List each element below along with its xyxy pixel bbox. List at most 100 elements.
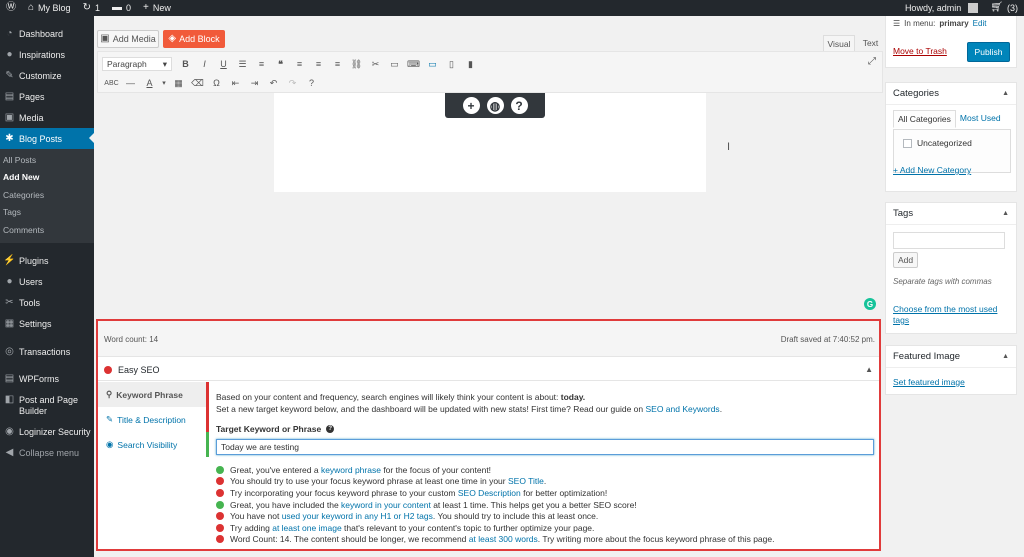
seo-check-link[interactable]: at least 300 words bbox=[469, 534, 538, 544]
fullscreen-icon[interactable]: ⤢ bbox=[868, 56, 876, 67]
text-color-icon[interactable]: A bbox=[140, 75, 159, 91]
seo-check-link[interactable]: SEO Description bbox=[458, 488, 521, 498]
seo-check-link[interactable]: keyword in your content bbox=[341, 500, 431, 510]
plus-icon[interactable]: + bbox=[462, 97, 480, 114]
collapse-triangle-icon[interactable]: ▲ bbox=[1002, 210, 1009, 217]
align-right-icon[interactable]: ≡ bbox=[328, 56, 347, 72]
featured-image-header[interactable]: Featured Image ▲ bbox=[886, 346, 1016, 368]
edit-menu-link[interactable]: Edit bbox=[973, 19, 987, 28]
keyboard-icon[interactable]: ⌨ bbox=[404, 56, 423, 72]
comments-link[interactable]: ▬ 0 bbox=[106, 0, 137, 16]
cart-link[interactable]: 🛒︎ (3) bbox=[984, 0, 1024, 16]
special-char-icon[interactable]: Ω bbox=[207, 75, 226, 91]
menu-media[interactable]: ▣ Media bbox=[0, 107, 94, 128]
seo-check-link[interactable]: used your keyword in any H1 or H2 tags bbox=[282, 511, 433, 521]
collapse-triangle-icon[interactable]: ▲ bbox=[865, 365, 873, 374]
globe-icon[interactable]: ◍ bbox=[486, 97, 504, 114]
tab-visual[interactable]: Visual bbox=[823, 35, 855, 51]
tab-all-categories[interactable]: All Categories bbox=[893, 110, 956, 128]
wp-logo[interactable]: Ⓦ bbox=[0, 0, 22, 16]
blockquote-icon[interactable]: ❝ bbox=[271, 56, 290, 72]
read-more-icon[interactable]: ▭ bbox=[385, 56, 404, 72]
submenu-add-new[interactable]: Add New bbox=[0, 169, 94, 186]
menu-wpforms[interactable]: ▤ WPForms bbox=[0, 369, 94, 390]
link-icon[interactable]: ⛓ bbox=[347, 56, 366, 72]
menu-pages[interactable]: ▤ Pages bbox=[0, 86, 94, 107]
desktop-preview-icon[interactable]: ▭ bbox=[423, 56, 442, 72]
tags-header[interactable]: Tags ▲ bbox=[886, 203, 1016, 225]
seo-guide-link[interactable]: SEO and Keywords bbox=[646, 404, 720, 414]
underline-icon[interactable]: U bbox=[214, 56, 233, 72]
paste-text-icon[interactable]: ▦ bbox=[169, 75, 188, 91]
grammarly-icon[interactable]: G bbox=[864, 298, 876, 310]
chevron-down-icon: ▾ bbox=[162, 58, 167, 69]
updates-link[interactable]: ↻ 1 bbox=[77, 0, 106, 16]
my-account-link[interactable]: Howdy, admin bbox=[899, 0, 984, 16]
add-tag-button[interactable]: Add bbox=[893, 252, 918, 268]
bold-icon[interactable]: B bbox=[176, 56, 195, 72]
format-select[interactable]: Paragraph ▾ bbox=[102, 57, 172, 71]
menu-dashboard[interactable]: ◔ Dashboard bbox=[0, 23, 94, 44]
seo-check-link[interactable]: at least one image bbox=[272, 523, 341, 533]
seo-check-link[interactable]: keyword phrase bbox=[321, 465, 381, 475]
indent-icon[interactable]: ⇥ bbox=[245, 75, 264, 91]
submenu-all-posts[interactable]: All Posts bbox=[0, 152, 94, 169]
menu-inspirations[interactable]: ● Inspirations bbox=[0, 44, 94, 65]
submenu-tags[interactable]: Tags bbox=[0, 204, 94, 221]
chevron-down-icon[interactable]: ▾ bbox=[159, 75, 169, 91]
italic-icon[interactable]: I bbox=[195, 56, 214, 72]
add-block-button[interactable]: ◈ Add Block bbox=[163, 30, 225, 48]
move-to-trash-link[interactable]: Move to Trash bbox=[893, 46, 947, 56]
undo-icon[interactable]: ↶ bbox=[264, 75, 283, 91]
align-left-icon[interactable]: ≡ bbox=[290, 56, 309, 72]
collapse-triangle-icon[interactable]: ▲ bbox=[1002, 353, 1009, 360]
menu-settings[interactable]: ▦ Settings bbox=[0, 314, 94, 335]
seo-tab-keyword[interactable]: ⚲ Keyword Phrase bbox=[98, 382, 208, 407]
submenu-comments[interactable]: Comments bbox=[0, 222, 94, 239]
submenu-categories[interactable]: Categories bbox=[0, 187, 94, 204]
keyword-input[interactable] bbox=[216, 439, 874, 455]
categories-header[interactable]: Categories ▲ bbox=[886, 83, 1016, 105]
tablet-preview-icon[interactable]: ▯ bbox=[442, 56, 461, 72]
clear-formatting-icon[interactable]: ⌫ bbox=[188, 75, 207, 91]
menu-users[interactable]: ● Users bbox=[0, 272, 94, 293]
question-icon[interactable]: ? bbox=[510, 97, 528, 114]
outdent-icon[interactable]: ⇤ bbox=[226, 75, 245, 91]
mobile-preview-icon[interactable]: ▮ bbox=[461, 56, 480, 72]
menu-transactions[interactable]: ◎ Transactions bbox=[0, 342, 94, 363]
most-used-tags-link[interactable]: Choose from the most used tags bbox=[893, 304, 1008, 326]
easy-seo-header[interactable]: Easy SEO ▲ bbox=[98, 359, 879, 381]
add-media-button[interactable]: ▣ Add Media bbox=[97, 30, 159, 48]
seo-tab-search-visibility[interactable]: ◉ Search Visibility bbox=[98, 432, 208, 457]
set-featured-image-link[interactable]: Set featured image bbox=[893, 377, 965, 387]
strikethrough-icon[interactable]: ABC bbox=[102, 75, 121, 91]
help-icon[interactable]: ? bbox=[302, 75, 321, 91]
publish-button[interactable]: Publish bbox=[967, 42, 1010, 62]
bullet-list-icon[interactable]: ☰ bbox=[233, 56, 252, 72]
collapse-menu-button[interactable]: ◀ Collapse menu bbox=[0, 443, 94, 464]
align-center-icon[interactable]: ≡ bbox=[309, 56, 328, 72]
seo-check-link[interactable]: SEO Title bbox=[508, 476, 544, 486]
collapse-triangle-icon[interactable]: ▲ bbox=[1002, 90, 1009, 97]
new-content-link[interactable]: + New bbox=[137, 0, 177, 16]
add-category-link[interactable]: + Add New Category bbox=[893, 165, 971, 175]
editor-toolbar: Paragraph ▾ B I U ☰ ≡ ❝ ≡ ≡ ≡ ⛓ ✂ ▭ ⌨ ▭ ▯… bbox=[97, 51, 883, 93]
redo-icon[interactable]: ↷ bbox=[283, 75, 302, 91]
tab-most-used[interactable]: Most Used bbox=[956, 110, 1005, 128]
tag-input[interactable] bbox=[893, 232, 1005, 249]
menu-blog-posts[interactable]: ✱ Blog Posts bbox=[0, 128, 94, 149]
menu-post-page-builder[interactable]: ◧ Post and Page Builder bbox=[0, 390, 94, 422]
seo-tab-title-description[interactable]: ✎ Title & Description bbox=[98, 407, 208, 432]
horizontal-line-icon[interactable]: — bbox=[121, 75, 140, 91]
menu-customize[interactable]: ✎ Customize bbox=[0, 65, 94, 86]
category-item[interactable]: Uncategorized bbox=[903, 138, 972, 148]
site-name-link[interactable]: ⌂ My Blog bbox=[22, 0, 77, 16]
numbered-list-icon[interactable]: ≡ bbox=[252, 56, 271, 72]
unlink-icon[interactable]: ✂ bbox=[366, 56, 385, 72]
help-icon[interactable]: ? bbox=[326, 425, 335, 433]
category-checkbox[interactable] bbox=[903, 138, 912, 148]
menu-loginizer[interactable]: ◉ Loginizer Security bbox=[0, 422, 94, 443]
menu-tools[interactable]: ✂ Tools bbox=[0, 293, 94, 314]
tab-text[interactable]: Text bbox=[858, 35, 883, 51]
menu-plugins[interactable]: ⚡ Plugins bbox=[0, 251, 94, 272]
